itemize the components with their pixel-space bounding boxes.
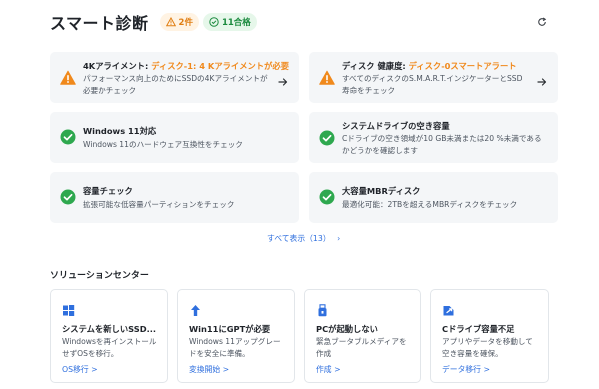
show-all-label: すべて表示（13） [267,234,331,243]
diagnostic-description: パフォーマンス向上のためにSSDの4Kアライメントが必要かチェック [83,74,268,95]
check-circle-icon [319,130,335,146]
diagnostic-title: 大容量MBRディスク [342,185,420,197]
windows-icon [62,302,75,316]
solution-card[interactable]: Cドライブ容量不足アプリやデータを移動して空き容量を確保。データ移行 > [430,289,549,383]
diagnostic-alert-text: ディスク-0スマートアラート [408,61,517,71]
show-all-link[interactable]: すべて表示（13） › [267,233,340,244]
check-circle-icon [209,17,219,27]
solution-title: システムを新しいSSD... [62,324,157,334]
diagnostic-title: 4Kアライメント: ディスク-1: 4 Kアライメントが必要 [83,60,289,72]
diagnostic-title: 容量チェック [83,185,133,197]
chevron-right-icon: › [337,234,341,243]
diagnostic-title-label: Windows 11対応 [83,126,157,136]
warning-count-badge: 2件 [159,13,199,31]
diagnostic-title: システムドライブの空き容量 [342,120,450,132]
solution-title: Win11にGPTが必要 [189,324,271,334]
diagnostic-title: Windows 11対応 [83,125,156,137]
diagnostic-title-label: システムドライブの空き容量 [342,121,450,131]
page-title: スマート診断 [50,14,149,33]
data-move-icon [442,302,455,316]
solution-action-link[interactable]: データ移行 > [442,364,490,375]
warning-triangle-icon [165,17,176,27]
diagnostic-card: 容量チェック拡張可能な低容量パーティションをチェック [50,172,299,223]
solution-title: Cドライブ容量不足 [442,324,515,334]
solution-description: 緊急ブータブルメディアを作成 [316,337,407,358]
arrow-right-icon[interactable] [278,72,288,86]
check-circle-icon [319,189,335,205]
diagnostic-title-label: 容量チェック [83,186,133,196]
solution-center-title: ソリューションセンター [50,271,149,281]
solution-description: Windows 11アップグレードを安全に準備。 [189,337,281,358]
diagnostic-title: ディスク 健康度: ディスク-0スマートアラート [342,60,517,72]
warning-icon [319,70,335,86]
check-circle-icon [60,129,76,145]
diagnostic-title-label: 大容量MBRディスク [342,186,421,196]
diagnostic-description: すべてのディスクのS.M.A.R.T.インジケーターとSSD寿命をチェック [342,74,523,95]
diagnostic-card[interactable]: 4Kアライメント: ディスク-1: 4 Kアライメントが必要パフォーマンス向上の… [50,52,299,103]
diagnostic-card: システムドライブの空き容量 Cドライブの空き領域が10 GB未満または20 %未満… [309,112,558,163]
upload-arrow-icon [189,302,202,316]
solution-action-link[interactable]: 作成 > [316,364,341,375]
diagnostic-title-label: 4Kアライメント: [83,61,152,71]
solution-title: PCが起動しない [316,324,378,334]
solution-action-link[interactable]: 変換開始 > [189,364,229,375]
usb-drive-icon [316,302,329,317]
solution-description: Windowsを再インストールせずOSを移行。 [62,337,157,358]
check-circle-icon [60,189,76,205]
header: スマート診断 2件 11合格 [50,11,559,33]
diagnostic-card: Windows 11対応 Windows 11のハードウェア互換性をチェック [50,112,299,163]
solution-card[interactable]: システムを新しいSSD... Windowsを再インストールせずOSを移行。 OS移… [50,289,168,383]
diagnostic-card[interactable]: ディスク 健康度: ディスク-0スマートアラートすべてのディスクのS.M.A.R… [309,52,558,103]
solution-description: アプリやデータを移動して空き容量を確保。 [442,337,533,358]
warning-icon [60,70,76,86]
diagnostic-description: Cドライブの空き領域が10 GB未満または20 %未満であるかどうかを確認します [342,134,542,155]
solution-action-link[interactable]: OS移行 > [62,364,98,375]
diagnostic-title-label: ディスク 健康度: [342,61,409,71]
diagnostic-card: 大容量MBRディスク最適化可能：2TBを超えるMBRディスクをチェック [309,172,558,223]
passed-count-text: 11合格 [221,18,251,28]
diagnostic-alert-text: ディスク-1: 4 Kアライメントが必要 [151,61,289,71]
solution-card[interactable]: Win11にGPTが必要 Windows 11アップグレードを安全に準備。変換開始… [177,289,295,383]
arrow-right-icon[interactable] [537,72,547,86]
diagnostic-description: 最適化可能：2TBを超えるMBRディスクをチェック [342,200,518,209]
passed-count-badge: 11合格 [202,13,257,31]
refresh-icon[interactable] [537,17,547,27]
warning-count-text: 2件 [178,18,193,28]
diagnostic-description: 拡張可能な低容量パーティションをチェック [83,200,235,209]
solution-card[interactable]: PCが起動しない緊急ブータブルメディアを作成作成 > [304,289,421,383]
diagnostic-description: Windows 11のハードウェア互換性をチェック [83,140,243,149]
